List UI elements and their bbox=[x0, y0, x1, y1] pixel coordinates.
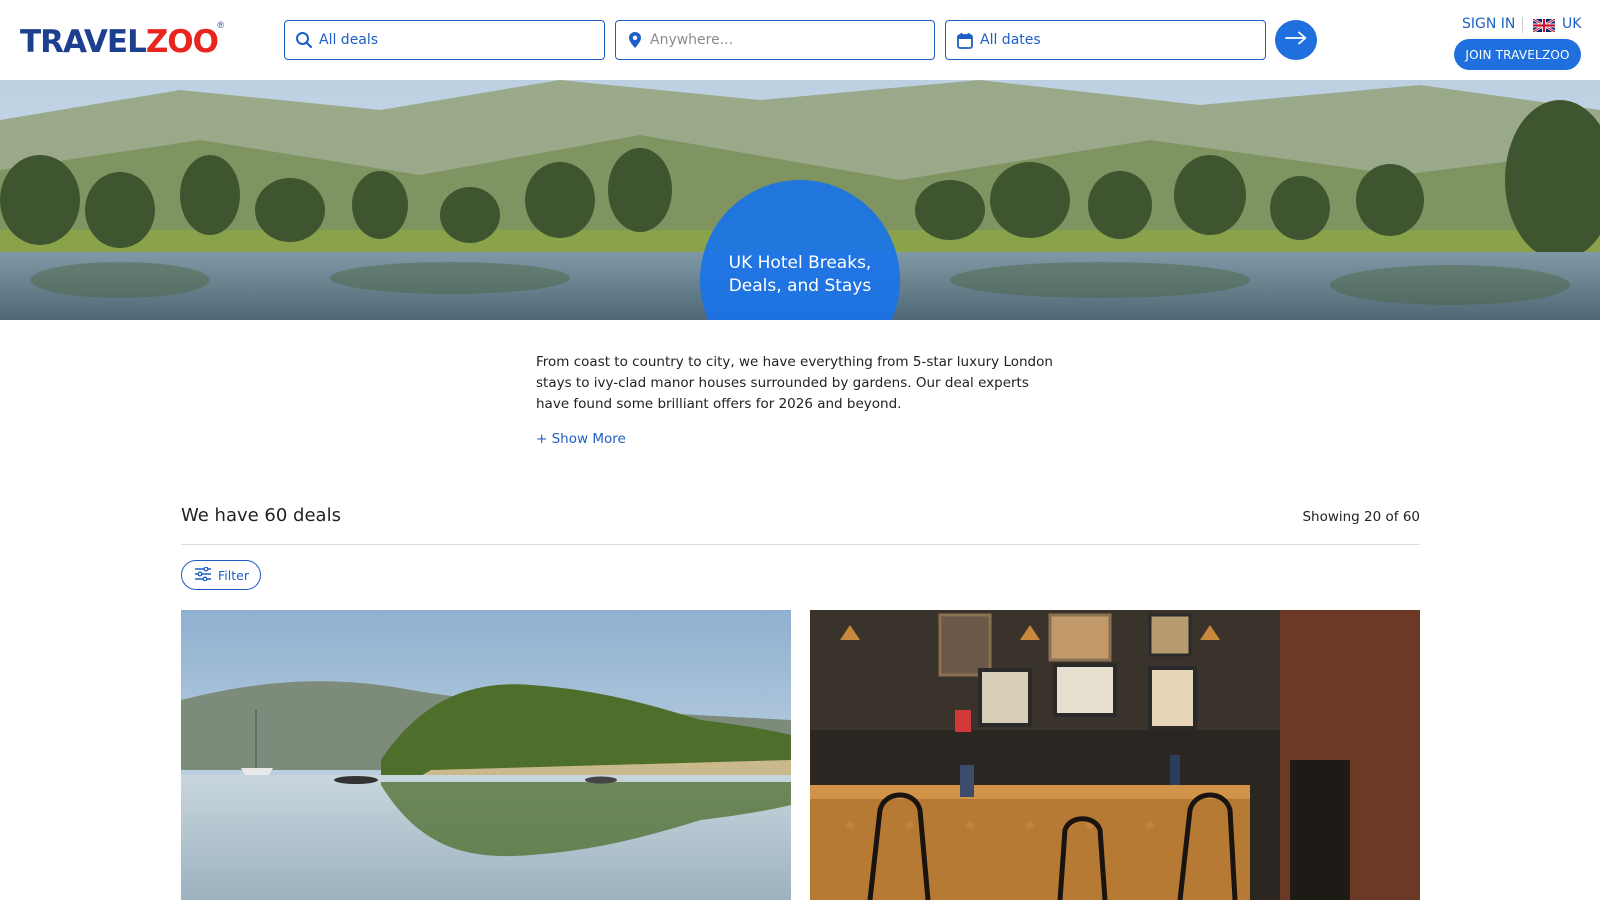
calendar-icon bbox=[956, 31, 974, 49]
destination-search-field[interactable] bbox=[615, 20, 935, 60]
deal-card[interactable] bbox=[810, 610, 1420, 900]
join-travelzoo-button[interactable]: JOIN TRAVELZOO bbox=[1454, 39, 1581, 70]
showing-count: Showing 20 of 60 bbox=[1302, 509, 1420, 525]
header-divider bbox=[1522, 17, 1523, 33]
search-icon bbox=[295, 31, 313, 49]
show-more-link[interactable]: + Show More bbox=[536, 431, 626, 447]
location-pin-icon bbox=[626, 31, 644, 49]
deal-card[interactable] bbox=[181, 610, 791, 900]
hero-banner: UK Hotel Breaks, Deals, and Stays bbox=[0, 80, 1600, 320]
destination-input[interactable] bbox=[650, 32, 910, 48]
sign-in-link[interactable]: SIGN IN bbox=[1462, 16, 1515, 32]
deals-input[interactable] bbox=[319, 32, 579, 48]
intro-description: From coast to country to city, we have e… bbox=[536, 354, 1053, 412]
logo-part-travel: TRAVEL bbox=[20, 24, 147, 60]
dates-input[interactable] bbox=[980, 32, 1240, 48]
deals-search-field[interactable] bbox=[284, 20, 605, 60]
sliders-icon bbox=[194, 566, 212, 584]
site-header: TRAVELZOO ® SIGN IN bbox=[0, 0, 1600, 80]
section-divider bbox=[181, 544, 1420, 545]
travelzoo-logo[interactable]: TRAVELZOO ® bbox=[20, 20, 224, 60]
search-go-button[interactable] bbox=[1275, 20, 1317, 60]
logo-registered-mark: ® bbox=[217, 20, 225, 30]
dates-search-field[interactable] bbox=[945, 20, 1266, 60]
deals-count-heading: We have 60 deals bbox=[181, 505, 341, 526]
uk-flag-icon[interactable] bbox=[1532, 17, 1556, 34]
arrow-right-icon bbox=[1284, 31, 1308, 50]
country-selector[interactable]: UK bbox=[1562, 16, 1581, 32]
filter-label: Filter bbox=[218, 567, 249, 583]
pub-interior-image bbox=[810, 610, 1420, 900]
lake-reflection-image bbox=[181, 610, 791, 900]
filter-button[interactable]: Filter bbox=[181, 560, 261, 590]
page-title: UK Hotel Breaks, Deals, and Stays bbox=[728, 253, 872, 296]
logo-part-zoo: ZOO bbox=[145, 24, 219, 60]
